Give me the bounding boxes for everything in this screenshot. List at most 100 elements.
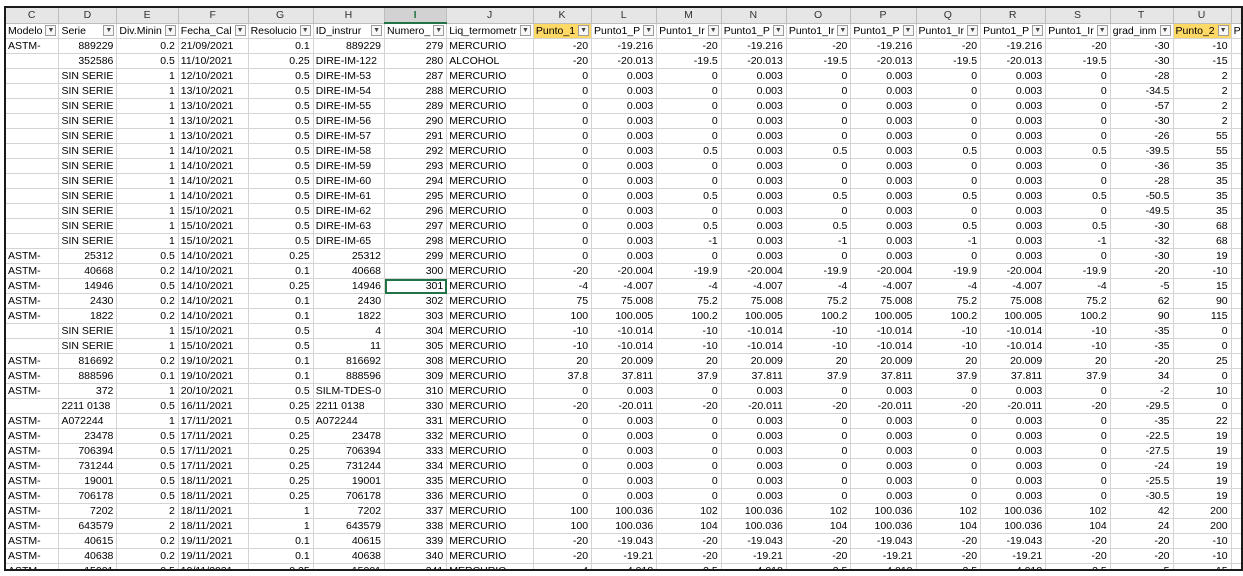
table-cell[interactable]: 300	[384, 263, 448, 279]
table-cell[interactable]: 0.003	[980, 248, 1047, 264]
table-cell[interactable]: -20	[916, 533, 982, 549]
table-cell[interactable]: 0.2	[116, 353, 179, 369]
table-cell[interactable]: 0.003	[721, 143, 787, 159]
table-cell[interactable]: 0.003	[850, 128, 917, 144]
table-cell[interactable]: 0.5	[248, 173, 314, 189]
column-header-f[interactable]: F	[178, 8, 249, 24]
table-cell[interactable]: 14/10/2021	[178, 158, 249, 174]
table-cell[interactable]: -20	[786, 548, 852, 564]
table-cell[interactable]: 2.014	[1231, 68, 1241, 84]
table-cell[interactable]: 1	[116, 383, 179, 399]
filter-dropdown-icon[interactable]: ▼	[103, 24, 115, 36]
table-cell[interactable]: -30.5	[1110, 488, 1174, 504]
table-cell[interactable]: 19/10/2021	[178, 353, 249, 369]
table-cell[interactable]: -10.014	[721, 338, 787, 354]
table-cell[interactable]: A072244	[58, 413, 118, 429]
table-cell[interactable]: 14/10/2021	[178, 143, 249, 159]
table-cell[interactable]: 75	[533, 293, 593, 309]
table-cell[interactable]: 0.003	[850, 473, 917, 489]
table-cell[interactable]: 104	[916, 518, 982, 534]
table-cell[interactable]: 2430	[58, 293, 118, 309]
table-cell[interactable]: -10	[533, 323, 593, 339]
table-cell[interactable]: -20.004	[721, 263, 787, 279]
table-cell[interactable]: -2	[1110, 383, 1174, 399]
table-cell[interactable]: -20.011	[591, 398, 658, 414]
table-cell[interactable]: DIRE-IM-53	[313, 68, 386, 84]
table-cell[interactable]: -20.013	[980, 53, 1047, 69]
table-cell[interactable]: -10.014	[1231, 263, 1241, 279]
table-cell[interactable]: 0	[786, 488, 852, 504]
table-cell[interactable]: -35	[1110, 338, 1174, 354]
table-cell[interactable]: MERCURIO	[446, 173, 534, 189]
table-cell[interactable]: -9.507	[1231, 533, 1241, 549]
table-cell[interactable]: 102	[656, 503, 722, 519]
table-cell[interactable]: 19.025	[1231, 488, 1241, 504]
table-cell[interactable]: 0	[1045, 98, 1111, 114]
table-cell[interactable]: -10.014	[721, 323, 787, 339]
table-cell[interactable]: MERCURIO	[446, 353, 534, 369]
table-cell[interactable]	[6, 233, 60, 249]
table-cell[interactable]: 18/11/2021	[178, 473, 249, 489]
table-cell[interactable]: 0.5	[916, 188, 982, 204]
table-cell[interactable]: 19.025	[1231, 428, 1241, 444]
table-cell[interactable]: 1	[116, 218, 179, 234]
table-cell[interactable]: 200	[1173, 518, 1232, 534]
table-cell[interactable]: 17/11/2021	[178, 428, 249, 444]
table-cell[interactable]: -19.043	[980, 533, 1047, 549]
table-cell[interactable]: 0	[656, 443, 722, 459]
table-cell[interactable]: 0.003	[980, 68, 1047, 84]
table-cell[interactable]: -19.043	[721, 533, 787, 549]
table-cell[interactable]: 0.5	[656, 188, 722, 204]
table-cell[interactable]	[6, 53, 60, 69]
table-cell[interactable]: MERCURIO	[446, 293, 534, 309]
table-cell[interactable]: 298	[384, 233, 448, 249]
table-cell[interactable]: 0	[916, 173, 982, 189]
table-cell[interactable]: 0.5	[248, 383, 314, 399]
table-cell[interactable]: 643579	[58, 518, 118, 534]
filter-dropdown-icon[interactable]: ▼	[1159, 24, 1171, 36]
table-cell[interactable]: 2211 0138	[58, 398, 118, 414]
table-cell[interactable]: 100.005	[721, 308, 787, 324]
table-cell[interactable]: 0	[533, 113, 593, 129]
table-cell[interactable]: 0.25	[248, 428, 314, 444]
table-cell[interactable]	[6, 158, 60, 174]
filter-dropdown-icon[interactable]: ▼	[643, 24, 655, 36]
table-cell[interactable]: 75.2	[656, 293, 722, 309]
table-cell[interactable]: -20	[533, 548, 593, 564]
table-cell[interactable]: 0	[916, 83, 982, 99]
table-cell[interactable]: 100	[533, 503, 593, 519]
table-cell[interactable]: -10	[533, 338, 593, 354]
table-cell[interactable]: 19	[1173, 248, 1232, 264]
table-cell[interactable]: -24	[1110, 458, 1174, 474]
table-cell[interactable]: 90.012	[1231, 293, 1241, 309]
table-cell[interactable]: 279	[384, 38, 448, 54]
table-cell[interactable]: -20	[916, 398, 982, 414]
table-cell[interactable]: 11	[313, 338, 386, 354]
table-cell[interactable]: -10.014	[591, 323, 658, 339]
table-cell[interactable]: 100.2	[1045, 308, 1111, 324]
table-cell[interactable]: 100.036	[591, 518, 658, 534]
table-cell[interactable]: -15	[1173, 53, 1232, 69]
table-cell[interactable]: 100.005	[850, 308, 917, 324]
table-cell[interactable]	[1231, 368, 1241, 384]
table-cell[interactable]: 0	[786, 68, 852, 84]
table-cell[interactable]: -10.014	[850, 338, 917, 354]
table-cell[interactable]: 0.003	[850, 488, 917, 504]
table-cell[interactable]: 0	[786, 428, 852, 444]
table-cell[interactable]: 0.003	[850, 68, 917, 84]
table-cell[interactable]: MERCURIO	[446, 473, 534, 489]
table-cell[interactable]: MERCURIO	[446, 503, 534, 519]
table-cell[interactable]: 2	[1173, 113, 1232, 129]
table-cell[interactable]: 335	[384, 473, 448, 489]
table-cell[interactable]: -20.004	[591, 263, 658, 279]
table-cell[interactable]: 25	[1173, 353, 1232, 369]
table-cell[interactable]: -19.043	[850, 533, 917, 549]
table-cell[interactable]: 2.014	[1231, 83, 1241, 99]
table-cell[interactable]: MERCURIO	[446, 38, 534, 54]
table-cell[interactable]: MERCURIO	[446, 338, 534, 354]
table-cell[interactable]: 102	[786, 503, 852, 519]
table-cell[interactable]: 336	[384, 488, 448, 504]
table-cell[interactable]: 0	[533, 128, 593, 144]
table-cell[interactable]: MERCURIO	[446, 113, 534, 129]
table-cell[interactable]: 2.014	[1231, 98, 1241, 114]
